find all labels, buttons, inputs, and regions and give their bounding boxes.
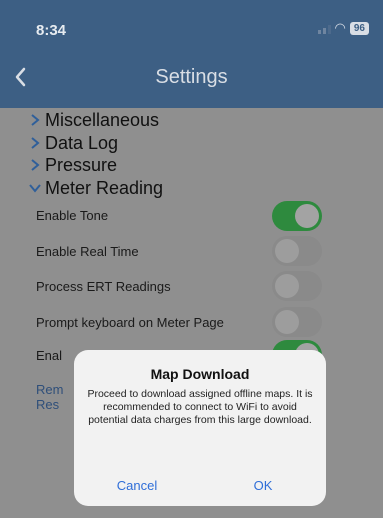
enable-partial-label: Enal [36, 348, 63, 363]
map-download-alert: Map Download Proceed to download assigne… [74, 350, 326, 506]
alert-title: Map Download [150, 366, 250, 382]
status-time: 8:34 [36, 22, 67, 39]
enable-real-time-label: Enable Real Time [36, 244, 139, 259]
section-label: Meter Reading [45, 177, 164, 198]
cancel-button[interactable]: Cancel [74, 466, 200, 506]
prompt-keyboard-toggle[interactable] [272, 307, 322, 337]
section-label: Miscellaneous [45, 109, 160, 130]
section-data-log[interactable]: Data Log [28, 131, 118, 155]
enable-tone-toggle[interactable] [272, 201, 322, 231]
section-miscellaneous[interactable]: Miscellaneous [28, 108, 159, 132]
ok-button[interactable]: OK [200, 466, 326, 506]
page-title: Settings [155, 66, 228, 88]
section-pressure[interactable]: Pressure [28, 153, 117, 177]
chevron-right-icon [31, 137, 40, 149]
battery-indicator: 96 [349, 21, 369, 35]
chevron-right-icon [31, 159, 40, 171]
remove-link[interactable]: Rem [36, 382, 63, 397]
chevron-right-icon [31, 114, 40, 126]
process-ert-readings-label: Process ERT Readings [36, 279, 171, 294]
section-label: Pressure [45, 154, 118, 175]
cellular-signal-icon [317, 22, 331, 34]
prompt-keyboard-label: Prompt keyboard on Meter Page [36, 315, 224, 330]
section-label: Data Log [45, 132, 119, 153]
process-ert-readings-toggle[interactable] [272, 271, 322, 301]
section-meter-reading[interactable]: Meter Reading [28, 176, 163, 200]
chevron-down-icon [29, 184, 41, 193]
enable-tone-label: Enable Tone [36, 208, 109, 223]
reset-link[interactable]: Res [36, 397, 59, 412]
status-icons: ◠ 96 [317, 20, 369, 36]
enable-real-time-toggle[interactable] [272, 236, 322, 266]
wifi-icon: ◠ [334, 20, 346, 35]
nav-header: 8:34 ◠ 96 Settings [0, 0, 383, 108]
alert-message: Proceed to download assigned offline map… [87, 388, 313, 426]
